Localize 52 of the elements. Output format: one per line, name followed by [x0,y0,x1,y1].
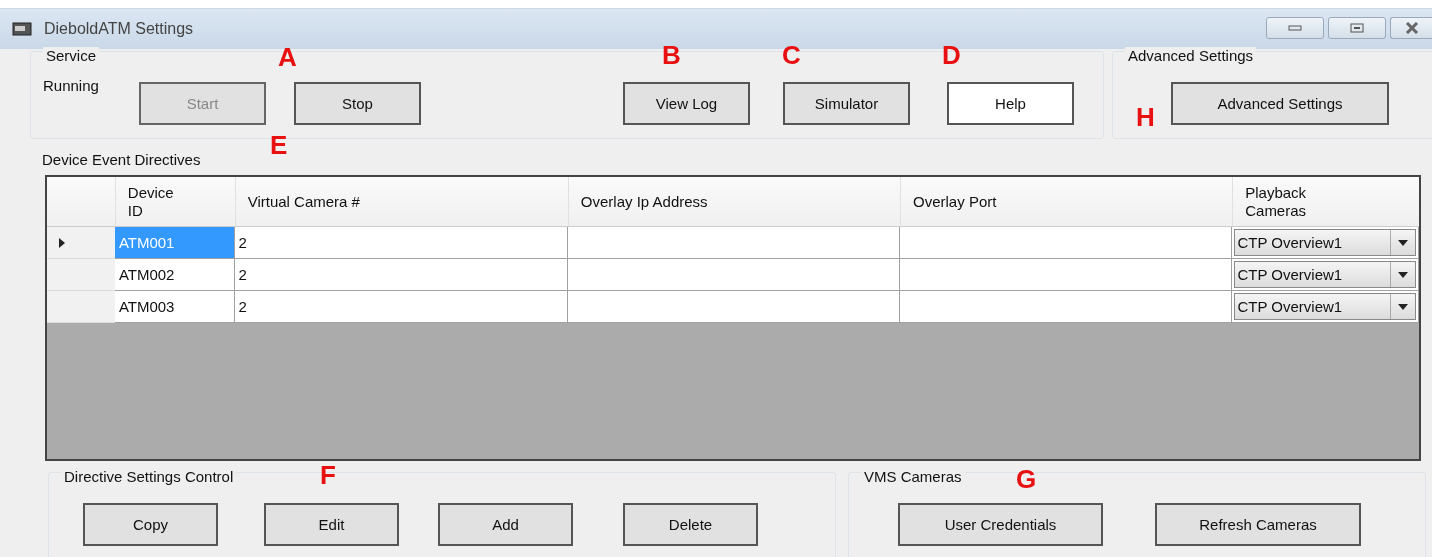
vms-button[interactable]: User Credentials [898,503,1103,546]
dropdown[interactable]: CTP Overview1 [1234,293,1416,320]
directive-button[interactable]: Add [438,503,573,546]
close-button[interactable] [1390,17,1432,39]
annotation-label: D [942,42,961,68]
column-header[interactable]: Playback Cameras [1232,177,1419,226]
service-status: Running [43,77,99,94]
dropdown[interactable]: CTP Overview1 [1234,261,1416,288]
table-cell: ATM001 [114,227,235,259]
service-button[interactable]: Stop [294,82,421,125]
service-button[interactable]: Help [947,82,1074,125]
caret-icon [1398,271,1408,278]
row-header[interactable] [47,259,115,291]
minimize-icon [1288,25,1302,31]
group-title: Advanced Settings [1125,47,1257,64]
maximize-icon [1350,23,1364,33]
table-cell: 2 [234,291,568,323]
table-cell: ATM003 [114,291,235,323]
caret-icon [1398,303,1408,310]
group-title: Service [43,47,100,64]
column-header[interactable]: Overlay Ip Address [567,177,901,226]
service-button[interactable]: Simulator [783,82,910,125]
dropdown[interactable]: CTP Overview1 [1234,229,1416,256]
window-title: DieboldATM Settings [44,20,194,38]
column-header[interactable]: Overlay Port [900,177,1233,226]
annotation-label: F [320,462,336,488]
service-button[interactable]: View Log [623,82,750,125]
directive-button[interactable]: Delete [623,503,758,546]
advanced-settings-button[interactable]: Advanced Settings [1171,82,1389,125]
section-title: Device Event Directives [42,151,201,168]
close-icon [1403,22,1420,34]
table-cell: ATM002 [114,259,235,291]
directive-button[interactable]: Edit [264,503,399,546]
column-header[interactable]: Device ID [114,177,235,226]
app-icon [12,21,32,37]
table-cell: 2 [234,259,568,291]
row-header[interactable] [47,291,115,323]
maximize-button[interactable] [1328,17,1386,39]
vms-button[interactable]: Refresh Cameras [1155,503,1361,546]
annotation-label: C [782,42,801,68]
table-cell: 2 [234,227,568,259]
annotation-label: A [278,44,297,70]
annotation-label: G [1016,466,1037,492]
column-header[interactable]: Virtual Camera # [234,177,568,226]
annotation-label: E [270,132,288,158]
annotation-label: H [1136,104,1155,130]
annotation-label: B [662,42,681,68]
minimize-button[interactable] [1266,17,1324,39]
group-title: Directive Settings Control [61,468,237,485]
row-header[interactable] [47,227,115,259]
directive-button[interactable]: Copy [83,503,218,546]
caret-icon [1398,239,1408,246]
